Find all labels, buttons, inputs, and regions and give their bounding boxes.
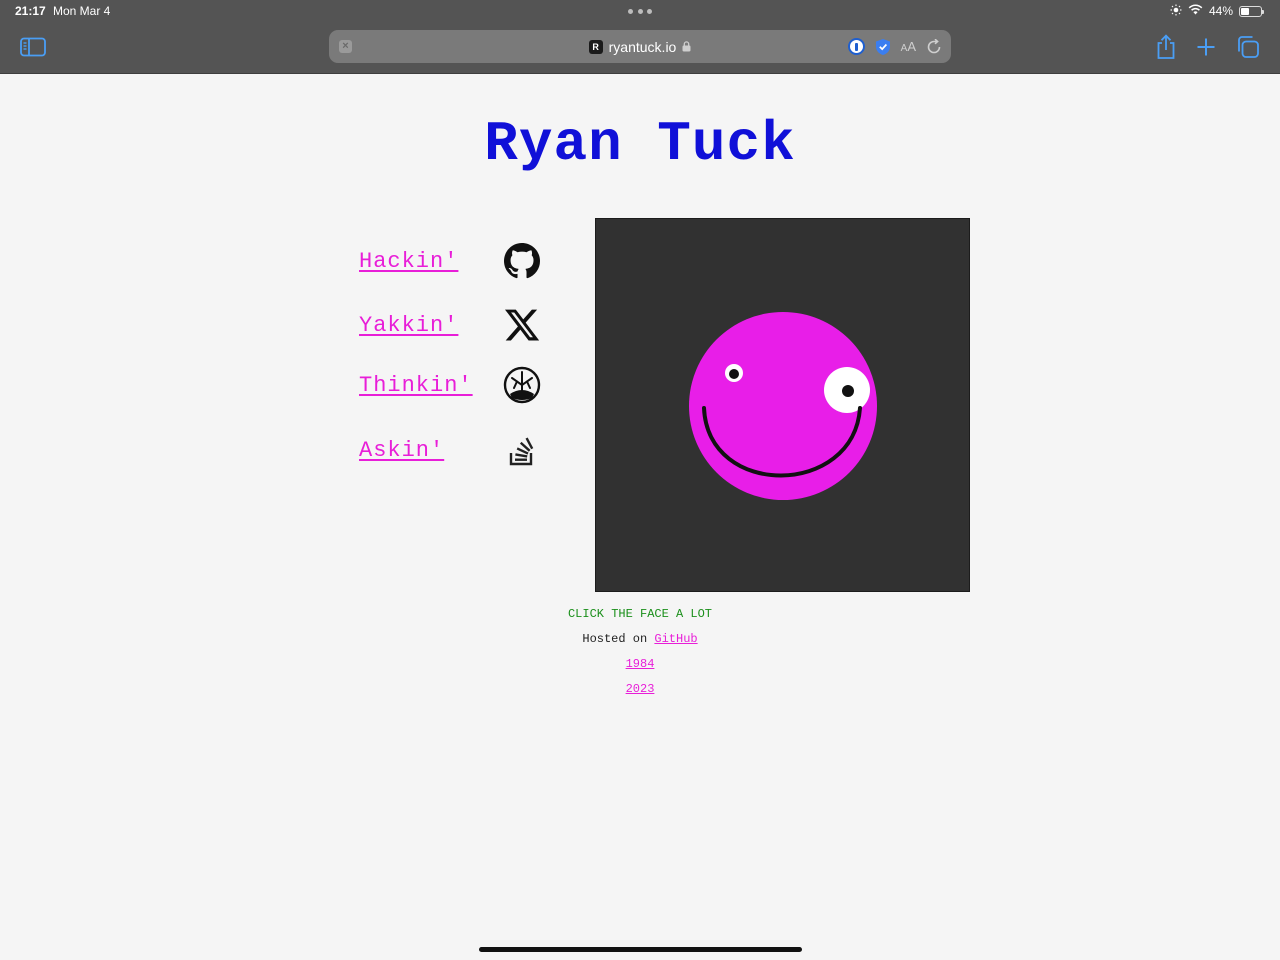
reload-icon[interactable] [926, 38, 942, 55]
page-title: Ryan Tuck [484, 112, 796, 176]
battery-icon [1239, 5, 1264, 17]
battery-percent: 44% [1208, 4, 1233, 18]
link-row-askin: Askin' [359, 430, 444, 470]
text-size-large: A [907, 39, 916, 54]
lock-icon [682, 41, 691, 52]
hosted-on-line: Hosted on GitHub [0, 632, 1280, 646]
address-bar-actions: AA [847, 36, 942, 57]
face-left-pupil [729, 369, 739, 379]
address-bar[interactable]: × R ryantuck.io AA [329, 30, 951, 63]
password-manager-icon [854, 42, 858, 51]
link-row-yakkin: Yakkin' [359, 305, 458, 345]
year-link-row-1984: 1984 [0, 657, 1280, 671]
stack-overflow-icon[interactable] [502, 430, 542, 470]
smiley-face-canvas[interactable] [595, 218, 970, 592]
browser-chrome: 21:17 Mon Mar 4 44% × R ryantuck.io AA [0, 0, 1280, 74]
multitasking-dots[interactable] [628, 9, 652, 15]
tabs-overview-button[interactable] [1234, 33, 1262, 61]
sidebar-icon [20, 37, 46, 57]
url-domain: ryantuck.io [608, 38, 677, 55]
site-favicon: R [588, 39, 603, 54]
github-hosting-link[interactable]: GitHub [654, 632, 697, 646]
password-manager-button[interactable] [847, 38, 865, 55]
askin-link[interactable]: Askin' [359, 438, 444, 463]
face-right-pupil [842, 385, 854, 397]
link-row-thinkin: Thinkin' [359, 365, 473, 405]
github-icon[interactable] [502, 241, 542, 281]
new-tab-button[interactable] [1192, 33, 1220, 61]
hosted-prefix: Hosted on [582, 632, 648, 646]
tree-of-life-icon[interactable] [502, 365, 542, 405]
link-row-hackin: Hackin' [359, 241, 458, 281]
home-indicator[interactable] [479, 947, 802, 952]
status-date: Mon Mar 4 [53, 4, 111, 18]
brightness-icon [1170, 4, 1182, 19]
sidebar-button[interactable] [19, 33, 47, 61]
share-icon [1157, 34, 1175, 59]
battery-level [1241, 7, 1250, 15]
status-time: 21:17 [15, 4, 46, 18]
status-indicators: 44% [1170, 3, 1264, 19]
thinkin-link[interactable]: Thinkin' [359, 373, 473, 398]
share-button[interactable] [1152, 33, 1180, 61]
click-face-hint: CLICK THE FACE A LOT [567, 607, 713, 621]
tabs-overview-icon [1238, 36, 1259, 58]
shield-check-icon[interactable] [875, 38, 891, 56]
plus-icon [1197, 38, 1215, 56]
hackin-link[interactable]: Hackin' [359, 249, 458, 274]
year-1984-link[interactable]: 1984 [626, 657, 655, 671]
year-2023-link[interactable]: 2023 [626, 682, 655, 696]
text-size-button[interactable]: AA [901, 39, 916, 54]
yakkin-link[interactable]: Yakkin' [359, 313, 458, 338]
x-icon[interactable] [502, 305, 542, 345]
wifi-icon [1188, 4, 1203, 18]
year-link-row-2023: 2023 [0, 682, 1280, 696]
